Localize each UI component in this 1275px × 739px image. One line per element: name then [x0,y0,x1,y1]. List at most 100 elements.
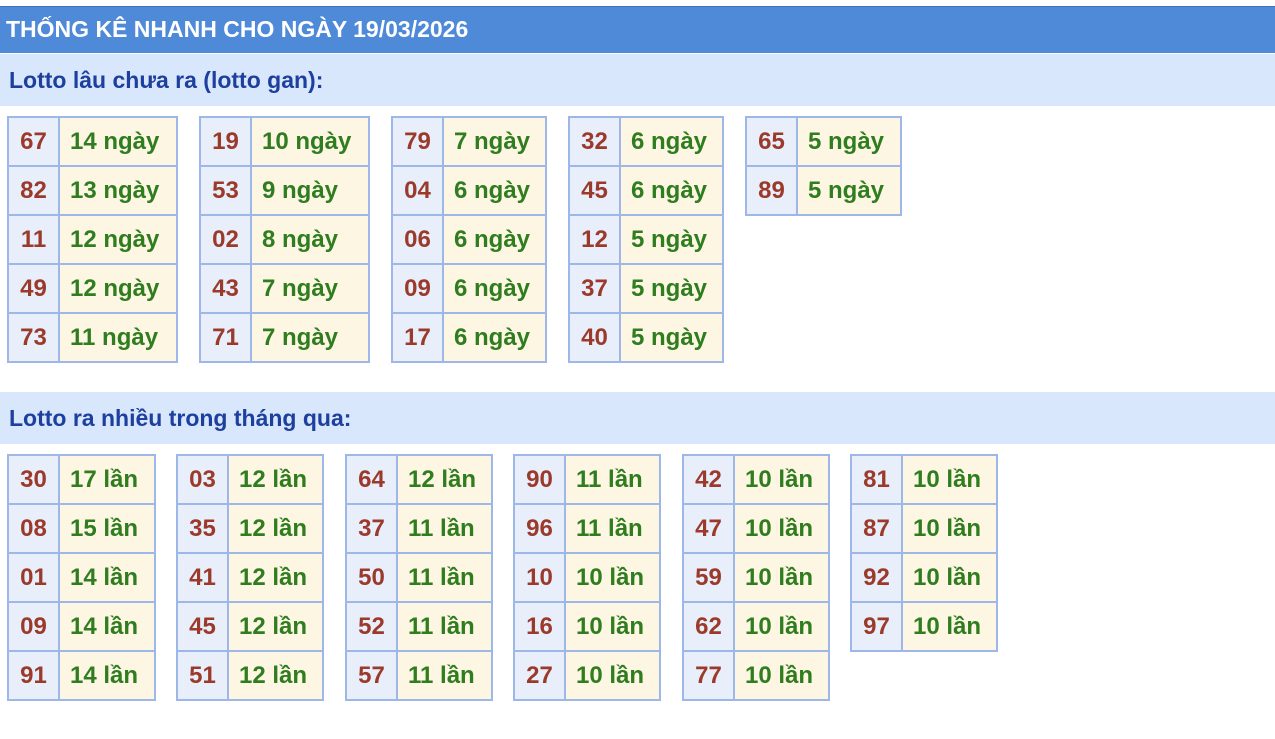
gan-group: 32 6 ngày 45 6 ngày 12 5 ngày 37 5 ngày 40 5 ngày [568,116,724,363]
nhieu-group: 30 17 lần 08 15 lần 01 14 lần 09 14 lần 91 14 lần [7,454,156,701]
lotto-count: 8 ngày [250,214,370,265]
lotto-count: 6 ngày [442,312,547,363]
lotto-count: 15 lần [58,503,156,554]
table-row: 42 10 lần [682,454,830,505]
lotto-count: 10 lần [733,601,830,652]
lotto-number: 12 [568,214,621,265]
lotto-number: 19 [199,116,252,167]
lotto-number: 06 [391,214,444,265]
lotto-count: 12 lần [227,601,324,652]
table-row: 79 7 ngày [391,116,547,167]
lotto-count: 12 lần [227,650,324,701]
table-row: 97 10 lần [850,601,998,652]
lotto-count: 5 ngày [619,312,724,363]
gan-group: 19 10 ngày 53 9 ngày 02 8 ngày 43 7 ngày 71 7 ngà… [199,116,370,363]
table-row: 47 10 lần [682,503,830,554]
table-row: 16 10 lần [513,601,661,652]
lotto-number: 41 [176,552,229,603]
lotto-count: 7 ngày [250,263,370,314]
lotto-count: 11 lần [564,454,661,505]
nhieu-section-heading: Lotto ra nhiều trong tháng qua: [0,392,1275,444]
table-row: 04 6 ngày [391,165,547,216]
stats-panel: THỐNG KÊ NHANH CHO NGÀY 19/03/2026 Lotto… [0,0,1275,739]
lotto-count: 10 lần [901,503,998,554]
table-row: 03 12 lần [176,454,324,505]
lotto-number: 96 [513,503,566,554]
lotto-number: 82 [7,165,60,216]
table-row: 91 14 lần [7,650,156,701]
lotto-count: 10 lần [733,454,830,505]
lotto-count: 6 ngày [442,263,547,314]
lotto-number: 52 [345,601,398,652]
table-row: 67 14 ngày [7,116,178,167]
lotto-count: 10 lần [564,650,661,701]
lotto-number: 81 [850,454,903,505]
lotto-count: 7 ngày [250,312,370,363]
table-row: 53 9 ngày [199,165,370,216]
lotto-count: 6 ngày [619,165,724,216]
table-row: 43 7 ngày [199,263,370,314]
lotto-number: 45 [176,601,229,652]
lotto-number: 51 [176,650,229,701]
table-row: 37 11 lần [345,503,493,554]
lotto-number: 16 [513,601,566,652]
lotto-count: 12 lần [396,454,493,505]
lotto-count: 10 lần [733,650,830,701]
lotto-count: 5 ngày [796,116,902,167]
lotto-number: 71 [199,312,252,363]
lotto-number: 27 [513,650,566,701]
lotto-count: 13 ngày [58,165,178,216]
lotto-number: 50 [345,552,398,603]
table-row: 06 6 ngày [391,214,547,265]
lotto-number: 03 [176,454,229,505]
lotto-count: 10 lần [901,552,998,603]
lotto-count: 6 ngày [442,165,547,216]
lotto-number: 49 [7,263,60,314]
lotto-number: 42 [682,454,735,505]
table-row: 52 11 lần [345,601,493,652]
lotto-count: 14 lần [58,552,156,603]
table-row: 81 10 lần [850,454,998,505]
lotto-count: 6 ngày [619,116,724,167]
lotto-number: 57 [345,650,398,701]
table-row: 17 6 ngày [391,312,547,363]
lotto-number: 53 [199,165,252,216]
nhieu-group: 64 12 lần 37 11 lần 50 11 lần 52 11 lần 57 11 lần [345,454,493,701]
table-row: 87 10 lần [850,503,998,554]
table-row: 02 8 ngày [199,214,370,265]
lotto-count: 12 lần [227,503,324,554]
table-row: 01 14 lần [7,552,156,603]
lotto-number: 09 [391,263,444,314]
lotto-number: 11 [7,214,60,265]
lotto-number: 67 [7,116,60,167]
table-row: 77 10 lần [682,650,830,701]
lotto-number: 89 [745,165,798,216]
table-row: 19 10 ngày [199,116,370,167]
lotto-count: 12 lần [227,552,324,603]
table-row: 08 15 lần [7,503,156,554]
lotto-number: 97 [850,601,903,652]
table-row: 50 11 lần [345,552,493,603]
gan-group: 65 5 ngày 89 5 ngày [745,116,902,216]
table-row: 57 11 lần [345,650,493,701]
lotto-count: 11 lần [396,552,493,603]
lotto-count: 10 ngày [250,116,370,167]
table-row: 96 11 lần [513,503,661,554]
lotto-count: 11 lần [396,601,493,652]
lotto-number: 17 [391,312,444,363]
table-row: 64 12 lần [345,454,493,505]
lotto-count: 5 ngày [619,214,724,265]
lotto-number: 04 [391,165,444,216]
lotto-number: 62 [682,601,735,652]
lotto-number: 08 [7,503,60,554]
table-row: 73 11 ngày [7,312,178,363]
lotto-count: 17 lần [58,454,156,505]
lotto-number: 32 [568,116,621,167]
lotto-number: 02 [199,214,252,265]
lotto-number: 47 [682,503,735,554]
lotto-number: 37 [568,263,621,314]
lotto-count: 7 ngày [442,116,547,167]
table-row: 27 10 lần [513,650,661,701]
lotto-number: 35 [176,503,229,554]
nhieu-group: 90 11 lần 96 11 lần 10 10 lần 16 10 lần 27 10 lần [513,454,661,701]
